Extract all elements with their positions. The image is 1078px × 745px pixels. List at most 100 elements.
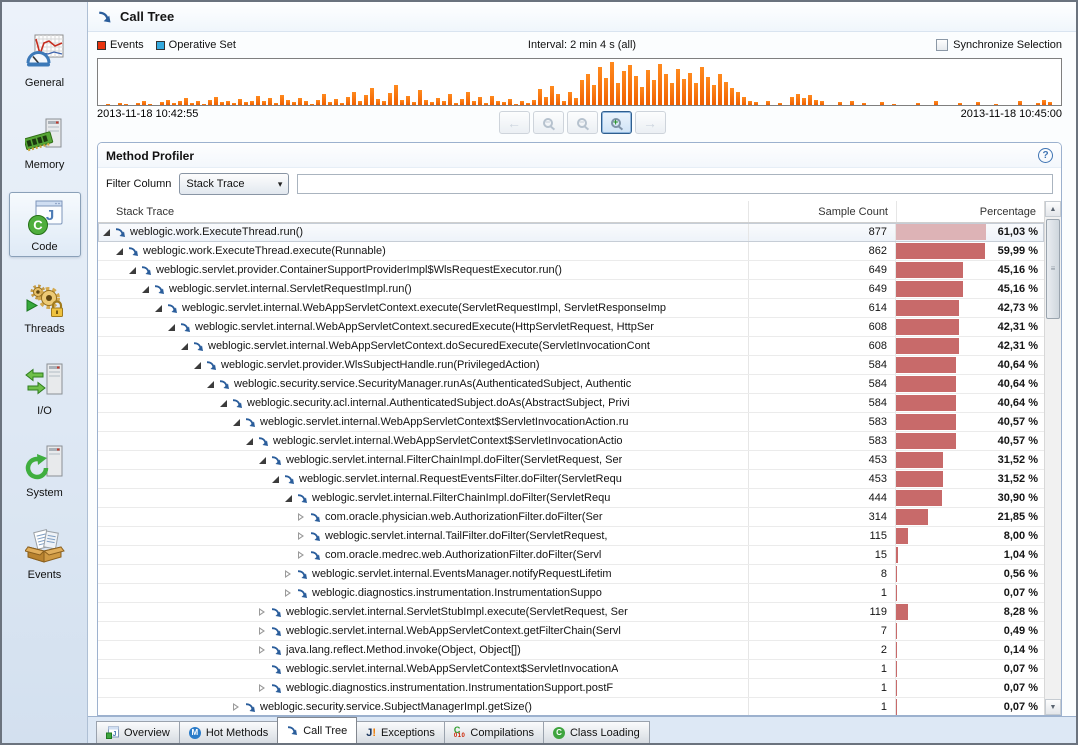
scrollbar-down-button[interactable]: ▼ [1045,699,1061,715]
back-button[interactable]: ← [499,111,530,134]
table-row[interactable]: weblogic.work.ExecuteThread.run()87761,0… [98,223,1044,242]
expanded-toggle-icon[interactable] [102,228,111,237]
expanded-toggle-icon[interactable] [245,437,254,446]
expanded-toggle-icon[interactable] [180,342,189,351]
expanded-toggle-icon[interactable] [232,418,241,427]
table-row[interactable]: weblogic.servlet.internal.WebAppServletC… [98,413,1044,432]
table-row[interactable]: weblogic.servlet.internal.FilterChainImp… [98,451,1044,470]
table-row[interactable]: weblogic.servlet.internal.WebAppServletC… [98,299,1044,318]
table-row[interactable]: weblogic.diagnostics.instrumentation.Ins… [98,584,1044,603]
sample-count-cell: 1 [748,679,896,697]
method-name: weblogic.servlet.internal.EventsManager.… [312,568,612,580]
collapsed-toggle-icon[interactable] [232,703,241,712]
expanded-toggle-icon[interactable] [154,304,163,313]
table-row[interactable]: weblogic.servlet.internal.FilterChainImp… [98,489,1044,508]
collapsed-toggle-icon[interactable] [284,570,293,579]
percentage-cell: 0,07 % [896,679,1044,697]
sidebar-item-system[interactable]: System [9,438,81,503]
sample-count-cell: 649 [748,261,896,279]
expanded-toggle-icon[interactable] [128,266,137,275]
sample-count-cell: 8 [748,565,896,583]
expanded-toggle-icon[interactable] [206,380,215,389]
table-row[interactable]: weblogic.servlet.internal.WebAppServletC… [98,622,1044,641]
table-row[interactable]: com.oracle.physician.web.AuthorizationFi… [98,508,1044,527]
collapsed-toggle-icon[interactable] [297,551,306,560]
expanded-toggle-icon[interactable] [284,494,293,503]
sidebar-item-memory[interactable]: Memory [9,110,81,175]
vertical-scrollbar[interactable]: ▲ ≡ ▼ [1044,201,1061,715]
table-body: weblogic.work.ExecuteThread.run()87761,0… [98,223,1044,715]
percentage-value: 30,90 % [998,489,1038,507]
collapsed-toggle-icon[interactable] [258,646,267,655]
expanded-toggle-icon[interactable] [193,361,202,370]
table-row[interactable]: weblogic.security.service.SubjectManager… [98,698,1044,715]
table-row[interactable]: weblogic.servlet.internal.WebAppServletC… [98,318,1044,337]
collapsed-toggle-icon[interactable] [258,684,267,693]
zoom-range-button[interactable]: − [567,111,598,134]
timeline-bar [454,103,458,105]
sample-count-cell: 877 [748,223,896,241]
filter-column-label: Filter Column [106,178,171,190]
table-row[interactable]: weblogic.servlet.internal.WebAppServletC… [98,337,1044,356]
stack-trace-cell: weblogic.work.ExecuteThread.execute(Runn… [98,242,748,260]
table-row[interactable]: weblogic.security.acl.internal.Authentic… [98,394,1044,413]
column-header-percentage[interactable]: Percentage [896,201,1044,222]
timeline-bar [994,104,998,105]
tab-call-tree[interactable]: Call Tree [277,717,357,743]
table-row[interactable]: java.lang.reflect.Method.invoke(Object, … [98,641,1044,660]
percentage-bar [896,490,942,506]
table-row[interactable]: weblogic.servlet.internal.TailFilter.doF… [98,527,1044,546]
expanded-toggle-icon[interactable] [219,399,228,408]
sample-count-cell: 608 [748,337,896,355]
filter-text-input[interactable] [297,174,1053,194]
tab-overview[interactable]: JOverview [96,721,180,743]
tab-hot-methods[interactable]: MHot Methods [179,721,278,743]
forward-button[interactable]: → [635,111,666,134]
help-icon[interactable] [1038,148,1053,163]
event-timeline-chart[interactable] [97,58,1062,106]
column-header-stack-trace[interactable]: Stack Trace [98,206,748,218]
expanded-toggle-icon[interactable] [258,456,267,465]
zoom-in-button[interactable]: + [601,111,632,134]
scrollbar-up-button[interactable]: ▲ [1045,201,1061,217]
sample-count-cell: 2 [748,641,896,659]
table-row[interactable]: weblogic.diagnostics.instrumentation.Ins… [98,679,1044,698]
table-row[interactable]: weblogic.work.ExecuteThread.execute(Runn… [98,242,1044,261]
sidebar-item-events[interactable]: Events [9,520,81,585]
collapsed-toggle-icon[interactable] [258,608,267,617]
expanded-toggle-icon[interactable] [141,285,150,294]
collapsed-toggle-icon[interactable] [284,589,293,598]
timeline-bar [562,101,566,106]
expanded-toggle-icon[interactable] [271,475,280,484]
sidebar-item-threads[interactable]: Threads [9,274,81,339]
sidebar-item-code[interactable]: JCCode [9,192,81,257]
table-row[interactable]: weblogic.servlet.internal.WebAppServletC… [98,660,1044,679]
tab-class-loading[interactable]: CClass Loading [543,721,650,743]
method-name: weblogic.servlet.internal.WebAppServletC… [182,302,666,314]
sidebar-item-i-o[interactable]: I/O [9,356,81,421]
table-row[interactable]: weblogic.servlet.provider.ContainerSuppo… [98,261,1044,280]
table-row[interactable]: weblogic.servlet.internal.RequestEventsF… [98,470,1044,489]
synchronize-selection-checkbox[interactable] [936,39,948,51]
table-row[interactable]: weblogic.servlet.internal.ServletStubImp… [98,603,1044,622]
percentage-bar [896,300,959,316]
collapsed-toggle-icon[interactable] [297,513,306,522]
table-row[interactable]: com.oracle.medrec.web.AuthorizationFilte… [98,546,1044,565]
zoom-out-button[interactable]: − [533,111,564,134]
table-row[interactable]: weblogic.servlet.internal.WebAppServletC… [98,432,1044,451]
table-row[interactable]: weblogic.servlet.provider.WlsSubjectHand… [98,356,1044,375]
expanded-toggle-icon[interactable] [167,323,176,332]
table-row[interactable]: weblogic.servlet.internal.ServletRequest… [98,280,1044,299]
expanded-toggle-icon[interactable] [115,247,124,256]
tab-compilations[interactable]: C010Compilations [444,721,544,743]
timeline-bar [184,98,188,105]
collapsed-toggle-icon[interactable] [258,627,267,636]
tab-exceptions[interactable]: J!Exceptions [356,721,445,743]
collapsed-toggle-icon[interactable] [297,532,306,541]
table-row[interactable]: weblogic.servlet.internal.EventsManager.… [98,565,1044,584]
table-row[interactable]: weblogic.security.service.SecurityManage… [98,375,1044,394]
filter-column-dropdown[interactable]: Stack Trace [179,173,289,195]
column-header-sample-count[interactable]: Sample Count [748,201,896,222]
scrollbar-thumb[interactable]: ≡ [1046,219,1060,319]
sidebar-item-general[interactable]: General [9,28,81,93]
